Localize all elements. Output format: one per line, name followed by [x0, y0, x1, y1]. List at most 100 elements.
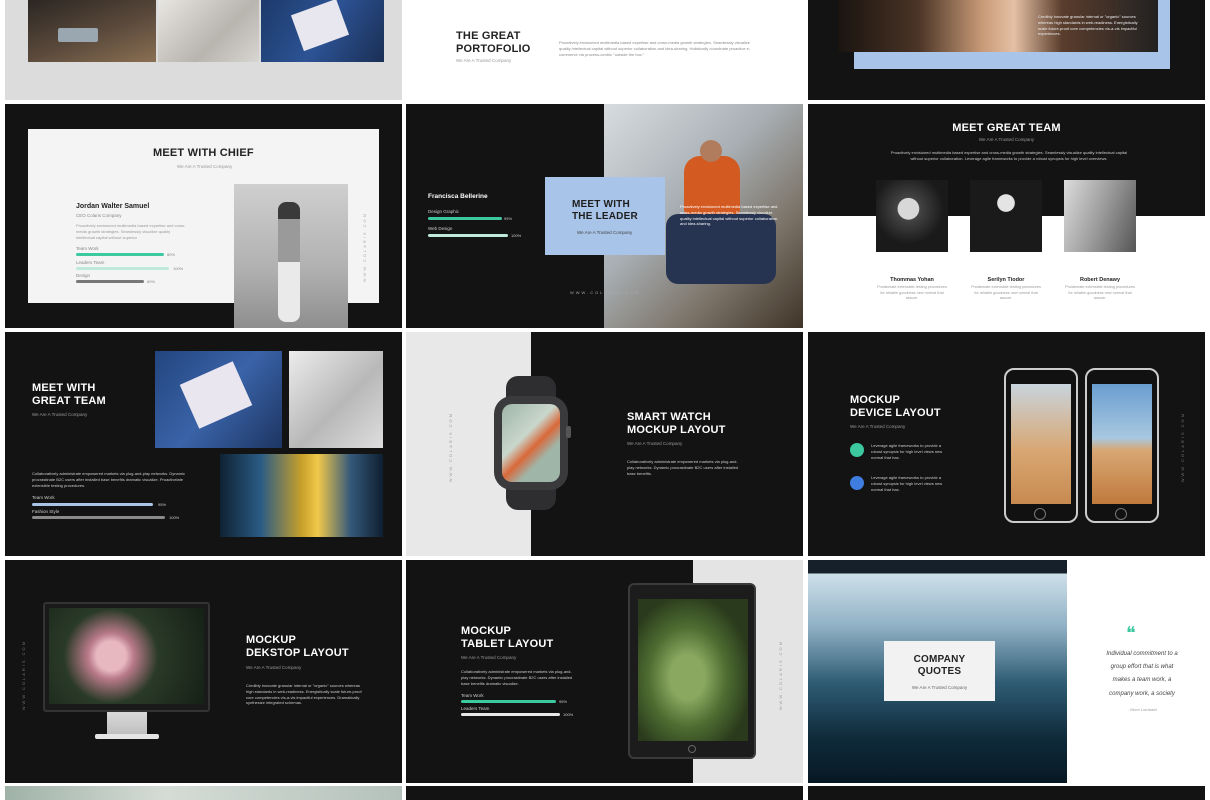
slide-r1c0[interactable]: MEET WITH CHIEF We Are A Trusted Company… — [5, 104, 402, 328]
slide-subtitle: We Are A Trusted Company — [456, 58, 512, 64]
skill-pct: 95% — [158, 502, 167, 507]
slide-r0c2[interactable]: Credibly innovate granular internal or "… — [808, 0, 1205, 100]
photo-member-2 — [970, 180, 1042, 252]
quote-text: Individual commitment to a group effort … — [1083, 648, 1201, 701]
photo-laptop-lap — [155, 351, 282, 448]
skill-bar — [76, 267, 169, 270]
slide-title: MEET WITH CHIEF — [153, 147, 254, 159]
tablet-mockup — [628, 583, 756, 759]
slide-title: SMART WATCH MOCKUP LAYOUT — [627, 411, 726, 436]
skill-pct: 100% — [169, 515, 180, 520]
slide-subtitle: We Are A Trusted Company — [246, 665, 302, 670]
skill-label: Team Work — [461, 693, 484, 698]
slide-r1c2[interactable]: MEET GREAT TEAM We Are A Trusted Company… — [808, 104, 1205, 328]
skill-bar — [428, 217, 502, 220]
quote-line: company work, a society — [1109, 690, 1175, 697]
slide-subtitle: We Are A Trusted Company — [911, 685, 968, 690]
photo-keyboard — [261, 0, 384, 62]
vertical-url: WWW.COLARIS.COM — [448, 412, 453, 483]
slide-subtitle: We Are A Trusted Company — [577, 230, 633, 235]
photo-lounge-laptop — [28, 0, 156, 62]
skill-bar — [461, 713, 560, 716]
slide-subtitle: We Are A Trusted Company — [627, 441, 683, 446]
quote-icon: ❝ — [1126, 623, 1136, 643]
skill-pct: 95% — [559, 699, 568, 704]
member-desc: Proidemate extensible testing procedures… — [971, 285, 1041, 300]
slide-body: Collaboratively administrate empowered m… — [627, 459, 739, 476]
photo-notebook — [158, 0, 259, 62]
slide-subtitle: We Are A Trusted Company — [461, 655, 517, 660]
slide-r2c1[interactable]: WWW.COLARIS.COM SMART WATCH MOCKUP LAYOUT… — [406, 332, 803, 556]
person-bio: Proactively envisioned multimedia based … — [76, 223, 186, 240]
quote-line: makes a team work, a — [1112, 677, 1172, 684]
member-desc: Proidemate extensible testing procedures… — [877, 285, 947, 300]
skill-pct: 95% — [504, 216, 513, 221]
photo-chief — [234, 184, 348, 328]
slide-r4c0[interactable] — [5, 786, 402, 800]
slide-body: Credibly innovate granular internal or "… — [1038, 14, 1138, 37]
slide-title: MEET WITH THE LEADER — [572, 199, 638, 222]
site-url: WWW.COLARIS.COM — [570, 290, 641, 295]
member-name: Robert Denawy — [1079, 277, 1121, 283]
slide-r3c0[interactable]: WWW.COLARIS.COM MOCKUP DEKSTOP LAYOUT We … — [5, 560, 402, 783]
member-name: Thommas Yohan — [890, 277, 934, 283]
vertical-url: WWW.COLARIS.COM — [1180, 412, 1185, 483]
phone-mockup-2 — [1085, 368, 1159, 523]
slide-title: MOCKUP TABLET LAYOUT — [461, 625, 554, 650]
slide-r0c1[interactable]: THE GREAT PORTOFOLIO We Are A Trusted Com… — [406, 0, 803, 100]
slide-title: MEET WITH GREAT TEAM — [32, 382, 106, 407]
slide-r4c2[interactable] — [808, 786, 1205, 800]
slide-subtitle: We Are A Trusted Company — [177, 164, 233, 169]
slide-r4c1[interactable] — [406, 786, 803, 800]
feature-text: Leverage agile frameworks to provide a r… — [871, 443, 943, 460]
photo-member-1 — [876, 180, 948, 252]
skill-label: Design Graphic — [428, 209, 460, 214]
quote-line: group effort that is what — [1110, 664, 1174, 671]
skill-label: Design — [76, 273, 91, 278]
watch-mockup — [494, 376, 571, 510]
vertical-url: WWW.COLARIS.COM — [21, 640, 26, 711]
desktop-mockup — [43, 602, 210, 742]
skill-pct: 100% — [511, 233, 522, 238]
person-name: Jordan Walter Samuel — [76, 203, 150, 210]
quote-line: Individual commitment to a — [1106, 651, 1178, 657]
slide-r3c2[interactable]: COMPANY QUOTES We Are A Trusted Company ❝… — [808, 560, 1205, 783]
slide-title: COMPANY QUOTES — [913, 654, 966, 677]
feature-text: Leverage agile frameworks to provide a r… — [871, 475, 943, 492]
vertical-url: WWW.COLARIS.COM — [362, 212, 367, 283]
phone-mockup-1 — [1004, 368, 1078, 523]
slide-gallery: THE GREAT PORTOFOLIO We Are A Trusted Com… — [0, 0, 1210, 800]
vertical-url: WWW.COLARIS.COM — [778, 640, 783, 711]
member-desc: Proidemate extensible testing procedures… — [1065, 285, 1135, 300]
skill-bar — [461, 700, 556, 703]
skill-bar — [76, 253, 164, 256]
slide-body: Proactively envisioned multimedia based … — [890, 150, 1128, 161]
skill-label: Team Work — [32, 495, 55, 500]
slide-body: Collaboratively administrate empowered m… — [461, 669, 573, 686]
skill-label: Web Design — [428, 226, 453, 231]
slide-body: Proactively envisioned multimedia based … — [680, 204, 778, 227]
skill-pct: 60% — [147, 279, 156, 284]
member-name: Serilyn Tiodor — [987, 277, 1025, 283]
skill-bar — [32, 503, 153, 506]
photo-street-blur — [220, 454, 383, 537]
slide-body: Credibly innovate granular internal or "… — [246, 683, 362, 706]
skill-label: Leaders Team — [461, 706, 490, 711]
slide-body: Proactively envisioned multimedia based … — [559, 40, 751, 57]
slide-r0c0[interactable] — [5, 0, 402, 100]
slide-subtitle: We Are A Trusted Company — [32, 412, 88, 417]
slide-r2c2[interactable]: MOCKUP DEVICE LAYOUT We Are A Trusted Com… — [808, 332, 1205, 556]
slide-r1c1[interactable]: Francisca Bellerine Design Graphic 95% W… — [406, 104, 803, 328]
skill-label: Fashion Style — [32, 509, 60, 514]
skill-bar — [76, 280, 144, 283]
slide-subtitle: We Are A Trusted Company — [850, 424, 906, 429]
skill-label: Team Work — [76, 246, 99, 251]
slide-r3c1[interactable]: MOCKUP TABLET LAYOUT We Are A Trusted Com… — [406, 560, 803, 783]
slide-body: Collaboratively administrate empowered m… — [32, 471, 185, 488]
skill-bar — [428, 234, 508, 237]
skill-pct: 100% — [173, 266, 184, 271]
slide-title: MOCKUP DEKSTOP LAYOUT — [246, 634, 349, 659]
skill-pct: 80% — [167, 252, 176, 257]
slide-r2c0[interactable]: MEET WITH GREAT TEAM We Are A Trusted Com… — [5, 332, 402, 556]
plus-icon — [850, 476, 864, 490]
